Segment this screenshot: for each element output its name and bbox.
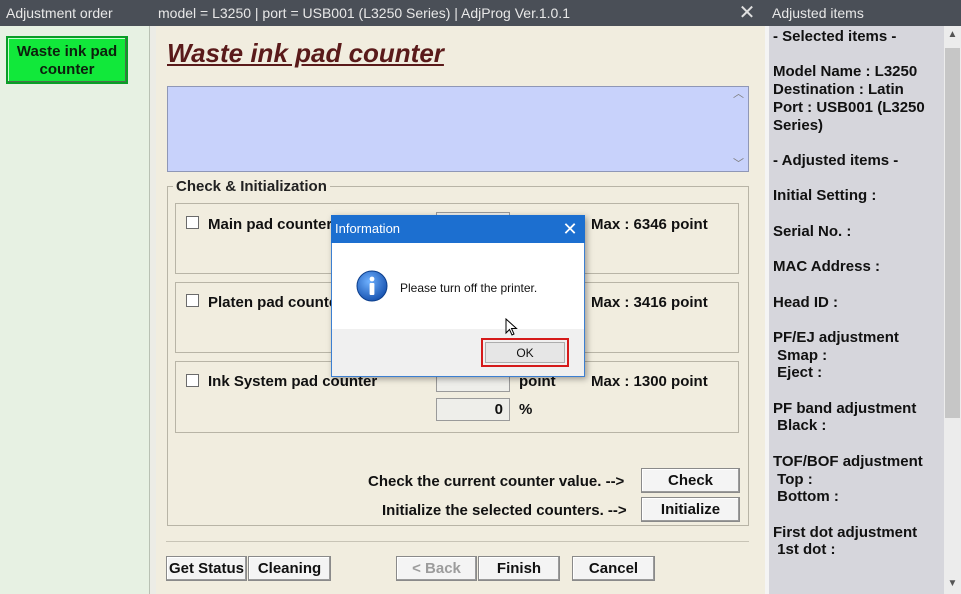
scroll-down-icon[interactable]: ▼: [944, 575, 961, 593]
adjusted-item-line: PF band adjustment: [773, 399, 917, 417]
back-button[interactable]: < Back: [396, 556, 477, 581]
adjusted-item-line: Serial No. :: [773, 222, 852, 240]
adjusted-item-line: Top :: [773, 470, 813, 488]
info-text-area[interactable]: [167, 86, 749, 172]
adjusted-item-line: MAC Address :: [773, 258, 880, 276]
main-pad-max: Max : 6346 point: [591, 216, 708, 233]
adjusted-item-line: TOF/BOF adjustment: [773, 452, 923, 470]
adjusted-item-line: Model Name : L3250: [773, 63, 918, 81]
scroll-up-icon[interactable]: ▲: [944, 26, 961, 44]
main-pad-label: Main pad counter: [208, 216, 333, 233]
adjusted-item-line: Eject :: [773, 364, 823, 382]
divider: [166, 541, 749, 542]
page-title: Waste ink pad counter: [167, 38, 444, 68]
adjusted-item-line: 1st dot :: [773, 541, 836, 559]
adjusted-item-line: Destination : Latin: [773, 81, 904, 99]
panel-divider: [765, 26, 769, 594]
scroll-down-icon[interactable]: ﹀: [729, 157, 748, 171]
adjusted-item-line: Port : USB001 (L3250: [773, 98, 925, 116]
right-panel-title: Adjusted items: [765, 0, 961, 26]
dialog-message: Please turn off the printer.: [400, 281, 538, 295]
cancel-button[interactable]: Cancel: [572, 556, 655, 581]
ink-system-pad-checkbox[interactable]: [186, 374, 199, 387]
ink-system-pad-max: Max : 1300 point: [591, 373, 708, 390]
initialize-instruction: Initialize the selected counters. -->: [382, 502, 627, 519]
close-icon[interactable]: ✕: [734, 0, 760, 26]
info-icon: [356, 270, 388, 302]
dialog-title: Information: [331, 215, 585, 243]
waste-ink-pad-counter-button[interactable]: Waste ink pad counter: [6, 36, 128, 84]
scroll-up-icon[interactable]: ︿: [729, 87, 748, 101]
adjusted-item-line: - Selected items -: [773, 28, 897, 45]
adjusted-item-line: Bottom :: [773, 488, 839, 506]
left-panel-title: Adjustment order: [0, 0, 150, 26]
ink-system-pad-percent-unit: %: [519, 401, 533, 418]
scroll-thumb[interactable]: [945, 48, 960, 418]
adjusted-item-line: Smap :: [773, 346, 828, 364]
platen-pad-label: Platen pad counter: [208, 294, 344, 311]
get-status-button[interactable]: Get Status: [166, 556, 247, 581]
adjusted-item-line: Initial Setting :: [773, 187, 877, 205]
finish-button[interactable]: Finish: [478, 556, 560, 581]
check-button[interactable]: Check: [641, 468, 740, 493]
adjustment-order-panel: [0, 26, 150, 594]
dialog-close-icon[interactable]: ✕: [557, 215, 583, 243]
cleaning-button[interactable]: Cleaning: [248, 556, 331, 581]
check-instruction: Check the current counter value. -->: [368, 473, 625, 490]
adjusted-item-line: Series): [773, 116, 824, 134]
initialize-button[interactable]: Initialize: [641, 497, 740, 522]
adjusted-item-line: Head ID :: [773, 293, 839, 311]
ok-button[interactable]: OK: [485, 342, 565, 363]
platen-pad-checkbox[interactable]: [186, 294, 199, 307]
platen-pad-max: Max : 3416 point: [591, 294, 708, 311]
adjusted-item-line: Black :: [773, 417, 827, 435]
adjusted-item-line: PF/EJ adjustment: [773, 328, 899, 346]
group-label: Check & Initialization: [173, 178, 330, 195]
main-window-title: model = L3250 | port = USB001 (L3250 Ser…: [150, 0, 765, 26]
main-pad-checkbox[interactable]: [186, 216, 199, 229]
mouse-cursor-icon: [505, 317, 519, 338]
info-scrollbar[interactable]: ︿ ﹀: [729, 87, 748, 171]
ink-system-pad-percent-field: 0: [436, 398, 510, 421]
adjusted-item-line: First dot adjustment: [773, 523, 918, 541]
adjusted-item-line: - Adjusted items -: [773, 151, 899, 169]
